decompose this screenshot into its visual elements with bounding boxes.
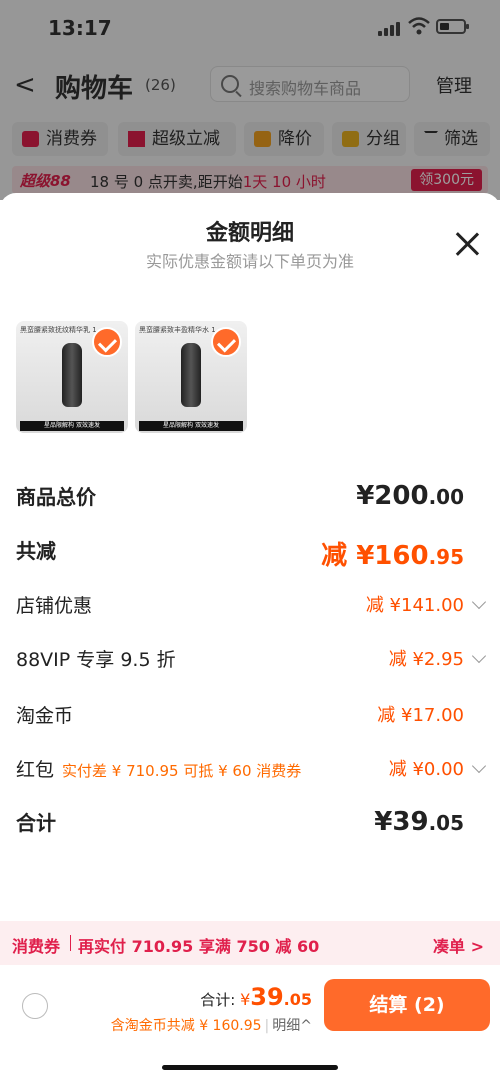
select-all-checkbox[interactable] bbox=[22, 993, 48, 1019]
coupon-bar[interactable]: 消费券 再实付 710.95 享满 750 减 60 凑单 > bbox=[0, 921, 500, 965]
row-taobao-coins: 淘金币 减 ¥17.00 bbox=[16, 705, 464, 727]
row-vip-discount[interactable]: 88VIP 专享 9.5 折 减 ¥2.95 bbox=[0, 645, 500, 685]
product-thumbnail[interactable]: 黑蛮腰紧致抚纹精华乳 1 星品限解构 双效速发 bbox=[16, 321, 128, 433]
product-thumbnail[interactable]: 黑蛮腰紧致丰盈精华水 1 星品限解构 双效速发 bbox=[135, 321, 247, 433]
detail-toggle[interactable]: 明细^ bbox=[272, 1018, 312, 1034]
amount-detail-sheet: 金额明细 实际优惠金额请以下单页为准 黑蛮腰紧致抚纹精华乳 1 星品限解构 双效… bbox=[0, 193, 500, 1082]
checkout-bar: 合计: ¥39.05 含淘金币共减 ¥ 160.95 | 明细^ 结算 (2) bbox=[0, 965, 500, 1082]
sheet-title: 金额明细 bbox=[205, 221, 294, 246]
chevron-down-icon bbox=[471, 594, 487, 610]
modal-overlay[interactable] bbox=[0, 0, 500, 200]
checkout-detail: 含淘金币共减 ¥ 160.95 | 明细^ bbox=[110, 1018, 312, 1034]
checkout-total: 合计: ¥39.05 bbox=[200, 983, 312, 1011]
checkout-button[interactable]: 结算 (2) bbox=[324, 979, 490, 1031]
chevron-down-icon bbox=[471, 648, 487, 664]
home-indicator bbox=[162, 1065, 338, 1070]
product-bottle-image bbox=[181, 343, 201, 407]
product-bottle-image bbox=[62, 343, 82, 407]
close-icon[interactable] bbox=[454, 231, 480, 257]
row-total-reduce: 共减 减 ¥160.95 bbox=[16, 539, 464, 571]
sheet-subtitle: 实际优惠金额请以下单页为准 bbox=[145, 252, 354, 271]
check-icon bbox=[211, 327, 241, 357]
row-red-packet[interactable]: 红包 实付差 ¥ 710.95 可抵 ¥ 60 消费券 减 ¥0.00 bbox=[0, 755, 500, 795]
row-sum: 合计 ¥39.05 bbox=[16, 807, 464, 837]
row-goods-total: 商品总价 ¥200.00 bbox=[16, 481, 464, 511]
check-icon bbox=[92, 327, 122, 357]
add-items-link[interactable]: 凑单 > bbox=[433, 933, 484, 957]
row-store-discount[interactable]: 店铺优惠 减 ¥141.00 bbox=[0, 591, 500, 631]
chevron-down-icon bbox=[471, 758, 487, 774]
red-packet-note: 实付差 ¥ 710.95 可抵 ¥ 60 消费券 bbox=[62, 762, 302, 780]
